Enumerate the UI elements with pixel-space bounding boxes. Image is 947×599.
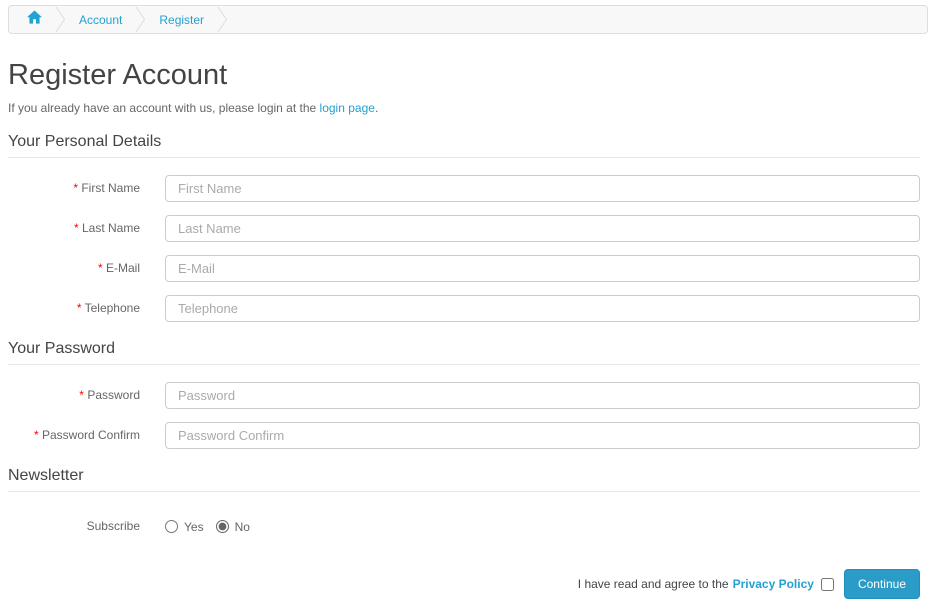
home-icon	[27, 10, 42, 29]
last-name-label: * Last Name	[73, 221, 140, 235]
form-row-subscribe: Subscribe Yes No	[8, 513, 920, 540]
required-asterisk: *	[97, 261, 103, 275]
breadcrumb-item-register[interactable]: Register	[159, 13, 204, 27]
form-row-first-name: * First Name	[8, 175, 920, 202]
password-confirm-label: * Password Confirm	[33, 428, 140, 442]
privacy-policy-link[interactable]: Privacy Policy	[733, 577, 814, 591]
login-hint: If you already have an account with us, …	[8, 101, 920, 115]
chevron-right-icon	[55, 6, 66, 33]
form-row-email: * E-Mail	[8, 255, 920, 282]
subscribe-radio-group: Yes No	[165, 520, 262, 534]
subscribe-yes-option[interactable]: Yes	[165, 520, 204, 534]
login-page-link[interactable]: login page	[320, 101, 375, 115]
required-asterisk: *	[79, 388, 84, 402]
main-content: Register Account If you already have an …	[8, 59, 920, 599]
subscribe-no-radio[interactable]	[215, 520, 229, 533]
form-row-password: * Password	[8, 382, 920, 409]
login-hint-text: If you already have an account with us, …	[8, 101, 317, 115]
continue-button[interactable]: Continue	[843, 569, 920, 599]
form-row-last-name: * Last Name	[8, 215, 920, 242]
telephone-label: * Telephone	[76, 301, 140, 315]
email-input[interactable]	[165, 255, 920, 282]
email-label: * E-Mail	[97, 261, 140, 275]
login-hint-suffix: .	[374, 101, 379, 115]
required-asterisk: *	[73, 221, 79, 235]
chevron-right-icon	[135, 6, 146, 33]
chevron-right-icon	[217, 6, 228, 33]
breadcrumb-home-link[interactable]	[27, 10, 42, 29]
password-input[interactable]	[165, 382, 920, 409]
first-name-label: * First Name	[73, 181, 140, 195]
breadcrumb: Account Register	[8, 5, 928, 34]
password-confirm-input[interactable]	[165, 422, 920, 449]
subscribe-yes-label: Yes	[184, 519, 204, 534]
section-title-newsletter: Newsletter	[8, 467, 920, 492]
agree-text: I have read and agree to the	[577, 577, 729, 591]
required-asterisk: *	[76, 301, 82, 315]
telephone-input[interactable]	[165, 295, 920, 322]
footer-actions: I have read and agree to the Privacy Pol…	[8, 569, 920, 599]
subscribe-yes-radio[interactable]	[165, 520, 178, 533]
last-name-input[interactable]	[165, 215, 920, 242]
subscribe-no-label: No	[234, 519, 250, 534]
first-name-input[interactable]	[165, 175, 920, 202]
section-title-password: Your Password	[8, 340, 920, 365]
form-row-telephone: * Telephone	[8, 295, 920, 322]
required-asterisk: *	[33, 428, 39, 442]
page-title: Register Account	[8, 59, 228, 91]
password-label: * Password	[79, 388, 140, 402]
breadcrumb-item-account[interactable]: Account	[79, 13, 122, 27]
subscribe-no-option[interactable]: No	[215, 519, 250, 534]
required-asterisk: *	[73, 181, 78, 195]
section-title-personal-details: Your Personal Details	[8, 133, 920, 158]
agree-checkbox[interactable]	[820, 577, 834, 591]
subscribe-label: Subscribe	[86, 519, 140, 533]
form-row-password-confirm: * Password Confirm	[8, 422, 920, 449]
